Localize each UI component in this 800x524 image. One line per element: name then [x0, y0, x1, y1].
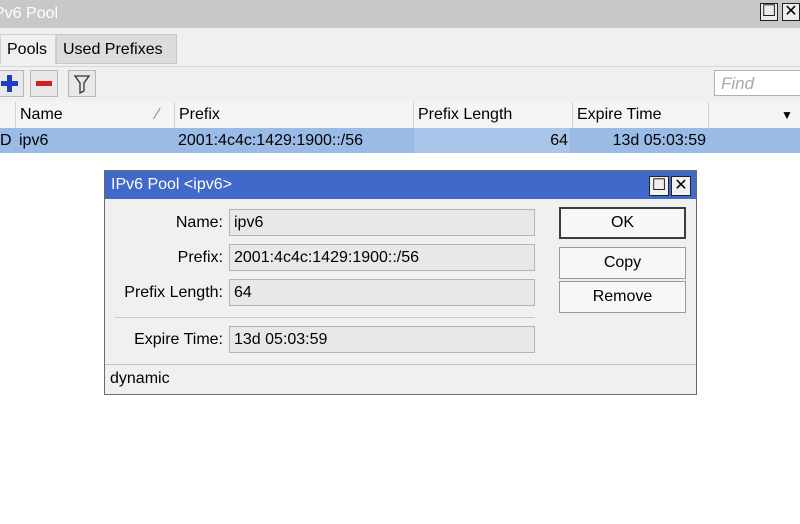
close-icon[interactable]: ✕	[782, 3, 800, 21]
dialog-title: IPv6 Pool <ipv6>	[111, 176, 232, 193]
remove-button[interactable]	[30, 70, 58, 97]
dialog-title-bar[interactable]: IPv6 Pool <ipv6> ☐ ✕	[105, 171, 696, 199]
divider	[115, 317, 535, 318]
filter-button[interactable]	[68, 70, 96, 97]
ipv6-pool-dialog: IPv6 Pool <ipv6> ☐ ✕ Name: ipv6 Prefix: …	[104, 170, 697, 395]
plus-icon	[1, 75, 18, 92]
maximize-icon[interactable]: ☐	[649, 176, 669, 196]
window-title: Pv6 Pool	[0, 5, 59, 22]
close-icon[interactable]: ✕	[671, 176, 691, 196]
minus-icon	[36, 81, 52, 86]
add-button[interactable]	[0, 70, 24, 97]
filter-icon	[73, 75, 91, 95]
prefix-length-field[interactable]: 64	[229, 279, 535, 306]
column-header-prefix[interactable]: Prefix	[175, 102, 414, 128]
ok-button[interactable]: OK	[559, 207, 686, 239]
remove-button[interactable]: Remove	[559, 281, 686, 313]
toolbar: Find	[0, 66, 800, 102]
column-label: Name	[20, 106, 63, 123]
flag-column-header[interactable]	[0, 102, 16, 128]
row-prefix-length: 64	[414, 128, 570, 153]
column-menu[interactable]: ▼	[709, 102, 800, 128]
column-header-prefix-length[interactable]: Prefix Length	[414, 102, 573, 128]
window-title-bar: Pv6 Pool ☐ ✕	[0, 0, 800, 28]
tab-used-prefixes[interactable]: Used Prefixes	[56, 34, 177, 64]
find-input[interactable]: Find	[714, 70, 800, 96]
expire-time-field[interactable]: 13d 05:03:59	[229, 326, 535, 353]
row-expire-time: 13d 05:03:59	[612, 132, 706, 149]
row-name: ipv6	[19, 132, 49, 149]
prefix-length-label: Prefix Length:	[124, 284, 223, 301]
table-row[interactable]: D ipv6 2001:4c4c:1429:1900::/56 64 13d 0…	[0, 128, 800, 153]
prefix-label: Prefix:	[177, 249, 223, 266]
sort-icon: ⁄	[156, 106, 159, 123]
column-header-expire-time[interactable]: Expire Time	[573, 102, 709, 128]
row-prefix: 2001:4c4c:1429:1900::/56	[178, 132, 364, 149]
name-field[interactable]: ipv6	[229, 209, 535, 236]
column-header-name[interactable]: Name ⁄	[16, 102, 175, 128]
tab-pools[interactable]: Pools	[0, 34, 56, 64]
copy-button[interactable]: Copy	[559, 247, 686, 279]
row-flag: D	[0, 132, 12, 149]
tab-bar: Pools Used Prefixes	[0, 28, 800, 66]
dropdown-arrow-icon: ▼	[781, 108, 793, 122]
maximize-icon[interactable]: ☐	[760, 3, 778, 21]
name-label: Name:	[175, 214, 223, 231]
status-bar: dynamic	[105, 364, 696, 394]
prefix-field[interactable]: 2001:4c4c:1429:1900::/56	[229, 244, 535, 271]
table-header: Name ⁄ Prefix Prefix Length Expire Time …	[0, 102, 800, 129]
expire-time-label: Expire Time:	[134, 331, 223, 348]
